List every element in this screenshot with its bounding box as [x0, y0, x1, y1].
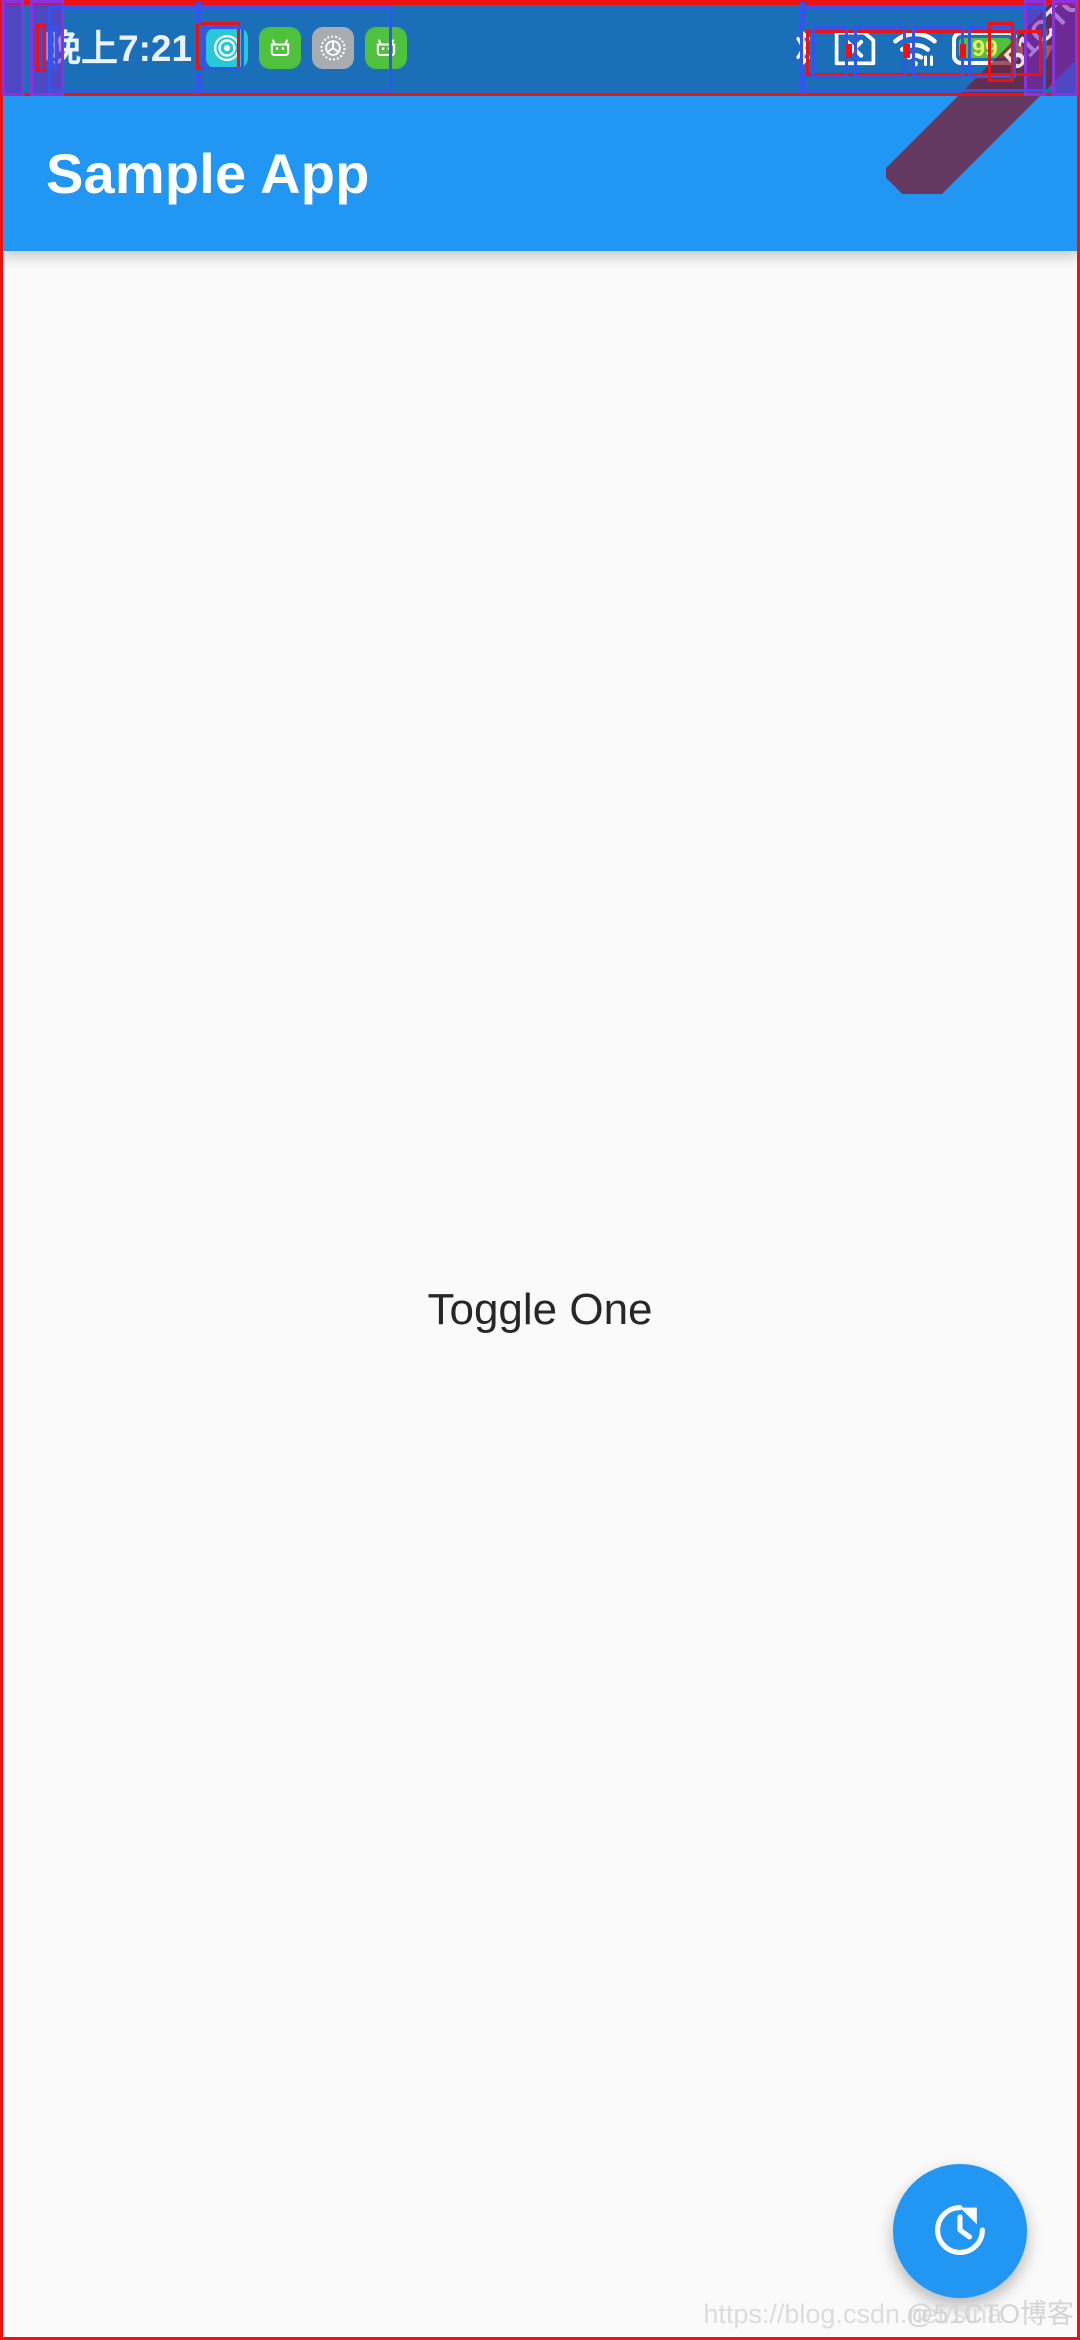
- android-notification-icon[interactable]: [259, 27, 302, 69]
- status-bar-clock: 晚上7:21: [44, 27, 193, 69]
- history-update-icon: [928, 2198, 992, 2265]
- sim-card-missing-icon: [832, 28, 878, 68]
- status-bar-right-group: 99: [788, 26, 1080, 70]
- phone-screenshot: 晚上7:21 99 Sample App Toggle One https://…: [0, 0, 1080, 2340]
- update-fab[interactable]: [893, 2164, 1027, 2298]
- android-notification-icon-2[interactable]: [365, 27, 408, 69]
- toggle-one-label: Toggle One: [427, 1285, 653, 1334]
- settings-gear-notification-icon[interactable]: [312, 27, 355, 69]
- app-bar: Sample App: [0, 96, 1080, 251]
- notification-icon-group: [206, 27, 408, 69]
- csdn-watermark: https://blog.csdn.net/sina@51CTO博客: [703, 2301, 1074, 2328]
- main-content: Toggle One: [0, 251, 1080, 2340]
- battery-icon: 99: [952, 31, 1023, 65]
- target-notification-icon[interactable]: [206, 27, 249, 69]
- bluetooth-icon: [788, 26, 818, 70]
- battery-percent-label: 99: [972, 34, 998, 61]
- status-bar: 晚上7:21 99: [0, 0, 1080, 96]
- app-bar-title: Sample App: [46, 141, 370, 205]
- charging-bolt-icon: [1032, 26, 1058, 70]
- wifi-icon: [892, 27, 938, 69]
- csdn-watermark-brand: @51CTO博客: [906, 2299, 1074, 2329]
- status-bar-left-group: 晚上7:21: [0, 27, 408, 69]
